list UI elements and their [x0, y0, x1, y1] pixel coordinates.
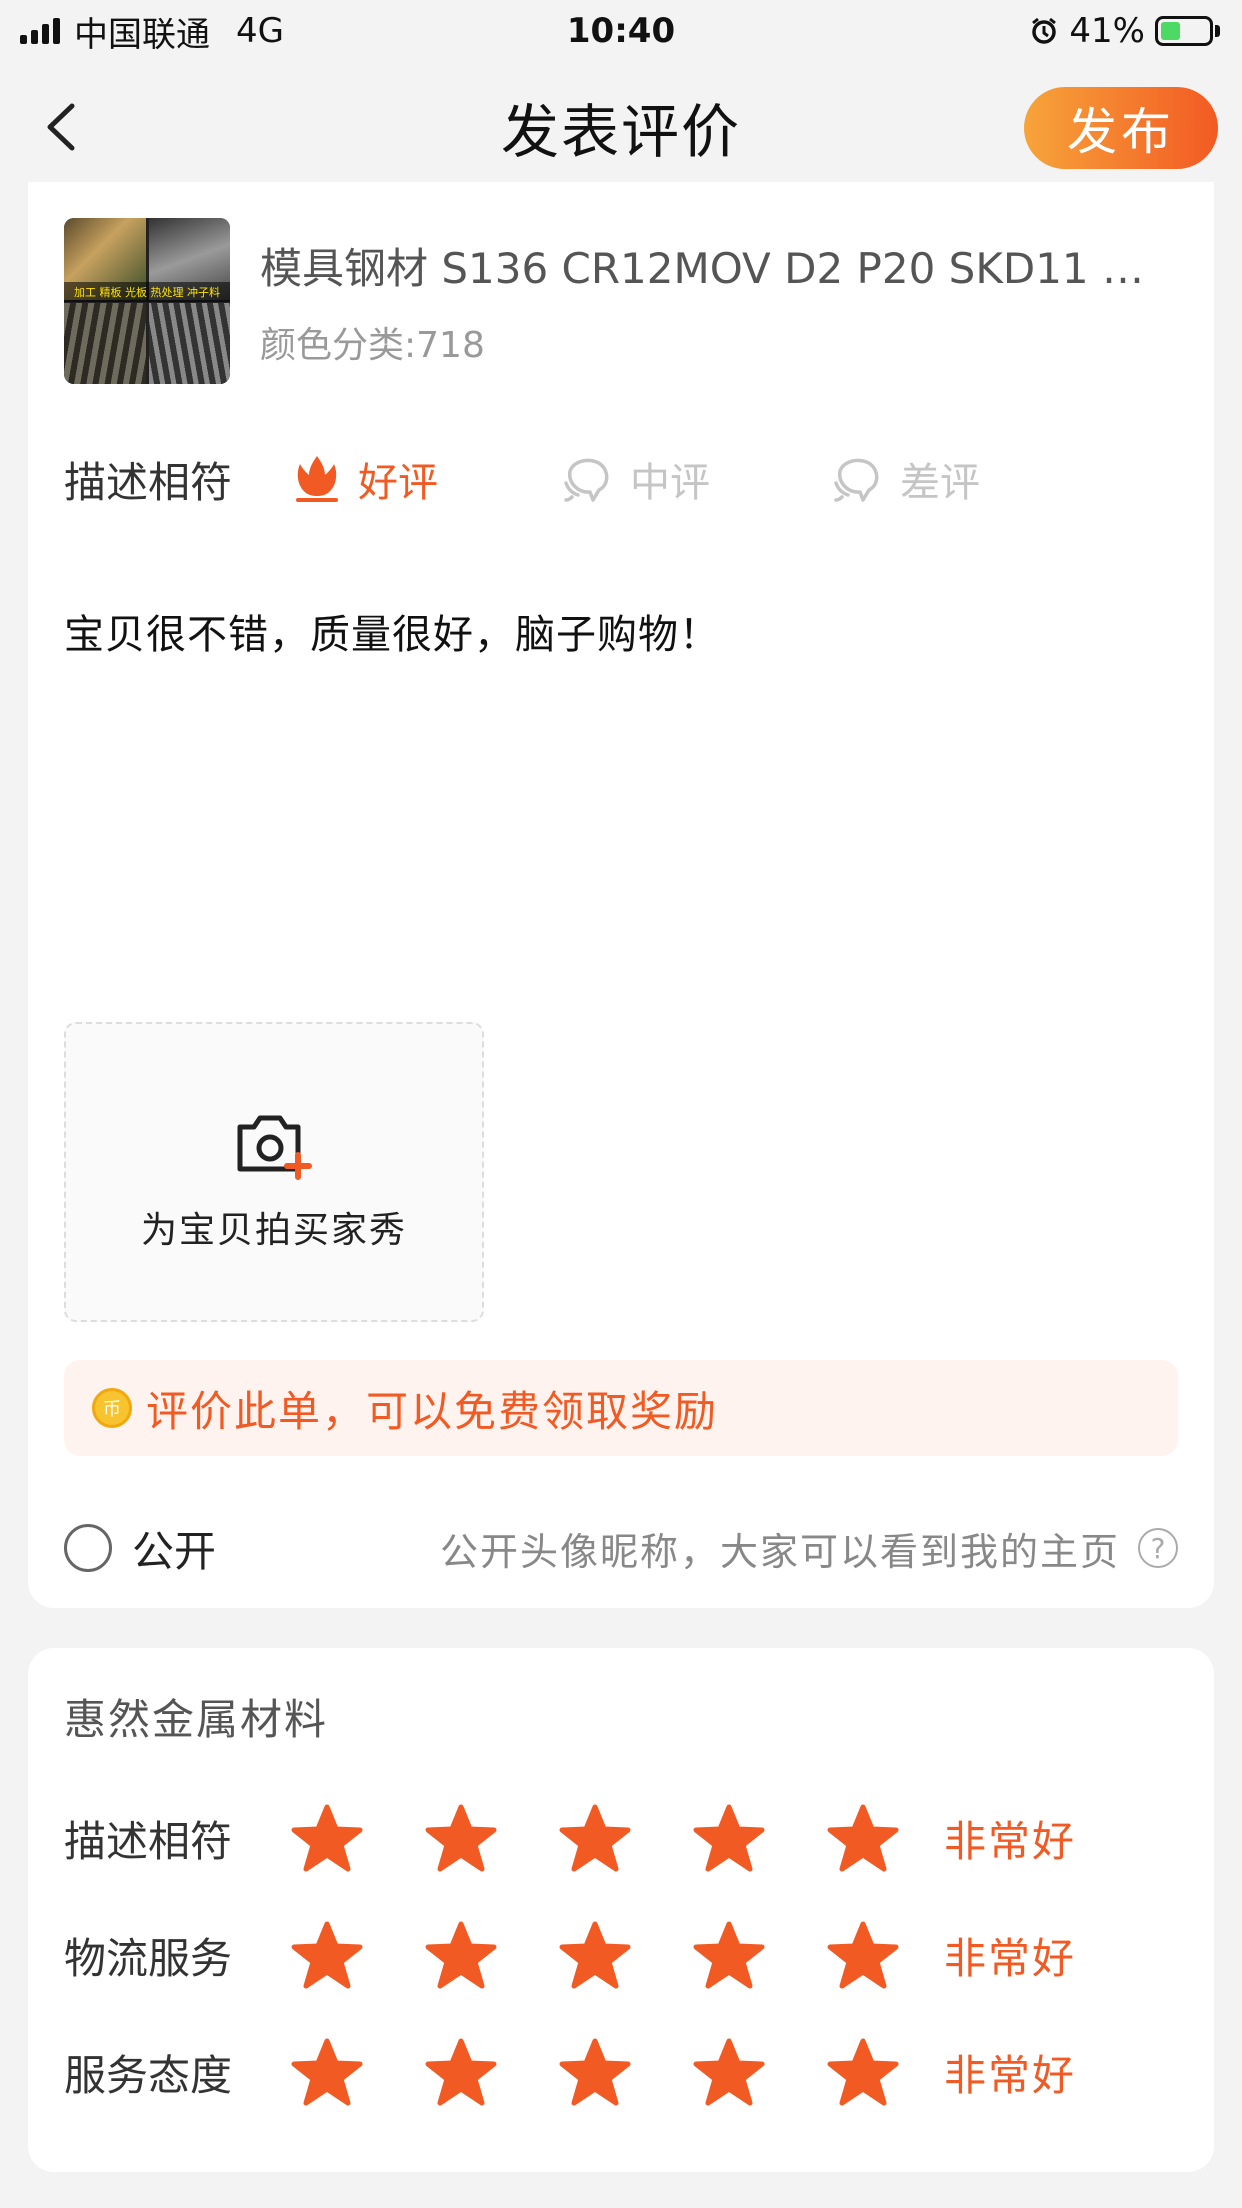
public-hint: 公开头像昵称，大家可以看到我的主页 [439, 1529, 1120, 1574]
help-icon[interactable]: ? [1138, 1528, 1178, 1568]
alarm-icon [1032, 17, 1057, 44]
rating-good-label: 好评 [358, 460, 438, 506]
star-rating[interactable] [290, 1803, 944, 1873]
camera-add-icon [237, 1115, 312, 1180]
status-left: 中国联通 4G [20, 7, 284, 56]
overall-rating-row: 描述相符 好评 中评 差评 [64, 444, 1100, 514]
public-radio[interactable] [64, 1524, 112, 1572]
status-bar: 中国联通 4G 10:40 41% [0, 0, 1242, 62]
product-thumbnail: 加工 精板 光板 热处理 冲子料 [64, 218, 230, 384]
star-icon[interactable] [424, 2037, 498, 2107]
add-photo-label: 为宝贝拍买家秀 [140, 1210, 407, 1251]
bad-rating-icon [834, 458, 879, 502]
star-icon[interactable] [826, 1920, 900, 1990]
carrier-name: 中国联通 [74, 14, 210, 55]
product-info: 模具钢材 S136 CR12MOV D2 P20 SKD11 D... 颜色分类… [260, 235, 1160, 368]
back-icon[interactable] [38, 100, 88, 154]
battery-percent: 41% [1069, 11, 1145, 51]
public-toggle-row: 公开 公开头像昵称，大家可以看到我的主页 ? [64, 1512, 1178, 1584]
shop-rating-value: 非常好 [944, 1816, 1077, 1866]
star-rating[interactable] [290, 2037, 944, 2107]
shop-name: 惠然金属材料 [64, 1695, 329, 1744]
shop-rating-row-logistics: 物流服务 非常好 [64, 1915, 1076, 1995]
review-textarea[interactable]: 宝贝很不错，质量很好，脑子购物！ [64, 602, 1174, 660]
product-title: 模具钢材 S136 CR12MOV D2 P20 SKD11 D... [260, 243, 1160, 293]
page-title: 发表评价 [500, 98, 741, 166]
shop-rating-row-description: 描述相符 非常好 [64, 1798, 1076, 1878]
shop-rating-value: 非常好 [944, 2050, 1077, 2100]
shop-rating-card: 惠然金属材料 描述相符 非常好 物流服务 非常好 服务态度 非常好 [28, 1648, 1214, 2172]
star-icon[interactable] [424, 1920, 498, 1990]
star-icon[interactable] [692, 2037, 766, 2107]
coin-icon: 币 [92, 1388, 132, 1428]
rating-label: 描述相符 [64, 457, 233, 507]
star-icon[interactable] [692, 1920, 766, 1990]
thumbnail-caption: 加工 精板 光板 热处理 冲子料 [64, 282, 230, 302]
battery-icon [1155, 16, 1220, 46]
star-icon[interactable] [558, 1920, 632, 1990]
neutral-rating-icon [564, 458, 609, 502]
shop-rating-row-service: 服务态度 非常好 [64, 2032, 1076, 2112]
signal-icon [20, 18, 60, 44]
shop-rating-label: 描述相符 [64, 1816, 233, 1866]
product-summary: 加工 精板 光板 热处理 冲子料 模具钢材 S136 CR12MOV D2 P2… [64, 218, 1160, 384]
star-icon[interactable] [290, 1920, 364, 1990]
star-icon[interactable] [290, 1803, 364, 1873]
review-card: 加工 精板 光板 热处理 冲子料 模具钢材 S136 CR12MOV D2 P2… [28, 182, 1214, 1608]
reward-banner[interactable]: 币 评价此单，可以免费领取奖励 [64, 1360, 1178, 1456]
star-rating[interactable] [290, 1920, 944, 1990]
rating-neutral-label: 中评 [630, 460, 710, 506]
shop-rating-value: 非常好 [944, 1933, 1077, 1983]
rating-bad[interactable]: 差评 [830, 450, 1100, 508]
add-photo-button[interactable]: 为宝贝拍买家秀 [64, 1022, 484, 1322]
star-icon[interactable] [558, 2037, 632, 2107]
product-spec: 颜色分类:718 [260, 324, 485, 366]
shop-rating-label: 服务态度 [64, 2050, 233, 2100]
publish-button[interactable]: 发布 [1024, 87, 1218, 169]
rating-neutral[interactable]: 中评 [560, 450, 830, 508]
star-icon[interactable] [826, 1803, 900, 1873]
public-label: 公开 [132, 1526, 217, 1576]
rating-good[interactable]: 好评 [290, 450, 560, 508]
nav-bar: 发表评价 发布 [0, 62, 1242, 192]
star-icon[interactable] [692, 1803, 766, 1873]
rating-bad-label: 差评 [900, 460, 980, 506]
star-icon[interactable] [826, 2037, 900, 2107]
reward-text: 评价此单，可以免费领取奖励 [146, 1386, 719, 1436]
status-right: 41% [1029, 11, 1220, 51]
star-icon[interactable] [424, 1803, 498, 1873]
good-rating-icon [296, 456, 338, 502]
shop-rating-label: 物流服务 [64, 1933, 233, 1983]
star-icon[interactable] [290, 2037, 364, 2107]
network-type: 4G [236, 11, 284, 51]
star-icon[interactable] [558, 1803, 632, 1873]
